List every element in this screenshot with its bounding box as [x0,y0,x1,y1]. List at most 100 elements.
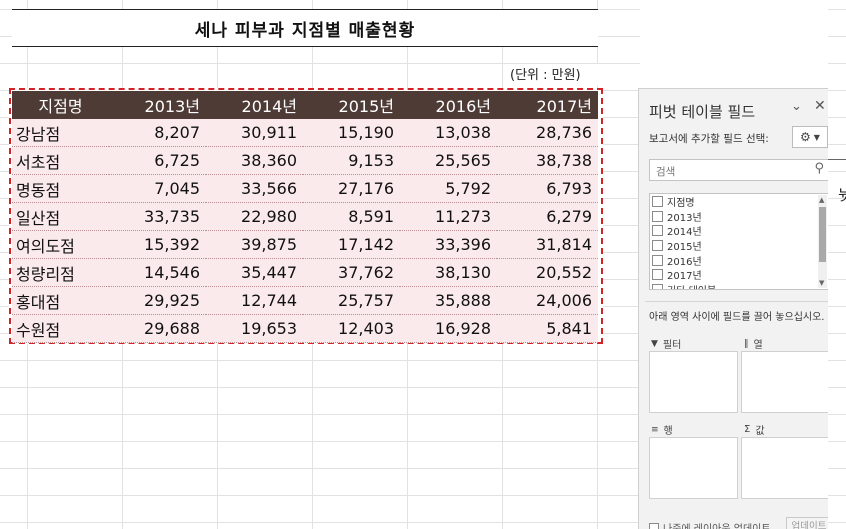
sales-value-cell[interactable]: 8,207 [109,119,206,147]
scroll-thumb[interactable] [819,207,826,262]
sales-value-cell[interactable]: 25,757 [303,286,400,315]
field-list-item[interactable]: 지점명 [650,194,828,209]
branch-name-cell[interactable]: 청량리점 [12,258,109,287]
table-row: 강남점 8,207 30,911 15,190 13,038 28,736 [12,119,598,147]
branch-name-cell[interactable]: 일산점 [12,202,109,231]
field-checkbox[interactable] [652,269,663,281]
columns-area-label: ‖ 열 [744,338,763,352]
field-list-item[interactable]: 기타 테이블... [650,282,828,289]
close-icon[interactable]: ✕ [814,98,826,114]
field-list-item[interactable]: 2016년 [650,253,828,268]
sales-value-cell[interactable]: 19,653 [206,314,303,343]
sales-value-cell[interactable]: 13,038 [400,119,497,147]
column-header[interactable]: 지점명 [12,91,109,119]
sales-value-cell[interactable]: 6,279 [497,202,598,231]
sales-value-cell[interactable]: 35,888 [400,286,497,315]
sales-value-cell[interactable]: 31,814 [497,230,598,259]
sales-value-cell[interactable]: 15,392 [109,230,206,259]
sales-value-cell[interactable]: 8,591 [303,202,400,231]
sales-value-cell[interactable]: 11,273 [400,202,497,231]
field-list-item[interactable]: 2015년 [650,238,828,253]
branch-name-cell[interactable]: 서초점 [12,146,109,175]
filter-drop-zone[interactable] [649,351,738,413]
cell-border [828,159,846,160]
sales-value-cell[interactable]: 37,762 [303,258,400,287]
sales-value-cell[interactable]: 14,546 [109,258,206,287]
filter-area-label: ▼ 필터 [651,338,682,352]
sales-value-cell[interactable]: 29,688 [109,314,206,343]
tools-button[interactable]: ⚙ ▼ [792,126,828,148]
sales-value-cell[interactable]: 6,725 [109,146,206,175]
sales-value-cell[interactable]: 6,793 [497,174,598,203]
column-header[interactable]: 2014년 [206,91,303,119]
sales-value-cell[interactable]: 28,736 [497,119,598,147]
scroll-up-icon[interactable]: ▲ [819,196,824,204]
truncated-cell-text: 뉫 [838,186,846,204]
field-list-item[interactable]: 2013년 [650,209,828,224]
rows-drop-zone[interactable] [649,437,738,499]
column-header[interactable]: 2016년 [400,91,497,119]
field-checkbox[interactable] [652,283,663,289]
sales-value-cell[interactable]: 5,792 [400,174,497,203]
report-title-cell[interactable]: 세나 피부과 지점별 매출현황 [12,9,598,47]
column-header[interactable]: 2015년 [303,91,400,119]
unit-label[interactable]: (단위 : 만원) [510,64,610,86]
sales-value-cell[interactable]: 9,153 [303,146,400,175]
columns-icon: ‖ [744,338,749,349]
sales-value-cell[interactable]: 38,738 [497,146,598,175]
branch-name-cell[interactable]: 강남점 [12,119,109,147]
field-list-item[interactable]: 2014년 [650,223,828,238]
filter-icon: ▼ [651,338,658,349]
branch-name-cell[interactable]: 명동점 [12,174,109,203]
field-search-input[interactable] [650,162,796,182]
values-drop-zone[interactable] [741,437,828,499]
branch-name-cell[interactable]: 여의도점 [12,230,109,259]
field-list-scrollbar[interactable]: ▲ ▼ [818,195,827,288]
sales-value-cell[interactable]: 29,925 [109,286,206,315]
field-checkbox[interactable] [652,225,663,237]
sales-value-cell[interactable]: 7,045 [109,174,206,203]
field-search-box[interactable]: ⚲ [649,159,828,182]
sales-value-cell[interactable]: 30,911 [206,119,303,147]
defer-update-checkbox[interactable] [649,522,659,529]
defer-update-option[interactable]: 나중에 레이아웃 업데이트 [649,520,771,529]
chevron-down-icon[interactable]: ⌄ [791,99,802,114]
sales-value-cell[interactable]: 12,403 [303,314,400,343]
table-row: 서초점 6,725 38,360 9,153 25,565 38,738 [12,146,598,175]
field-label: 기타 테이블... [667,282,726,289]
spreadsheet-grid-right[interactable]: 뉫 [828,0,846,529]
table-row: 수원점 29,688 19,653 12,403 16,928 5,841 [12,314,598,343]
sales-value-cell[interactable]: 12,744 [206,286,303,315]
sales-value-cell[interactable]: 25,565 [400,146,497,175]
sales-value-cell[interactable]: 27,176 [303,174,400,203]
scroll-down-icon[interactable]: ▼ [819,279,824,287]
field-checkbox[interactable] [652,210,663,222]
sales-value-cell[interactable]: 16,928 [400,314,497,343]
sales-value-cell[interactable]: 22,980 [206,202,303,231]
sales-value-cell[interactable]: 20,552 [497,258,598,287]
update-button[interactable]: 업데이트 [786,517,828,529]
sales-value-cell[interactable]: 38,130 [400,258,497,287]
field-checkbox[interactable] [652,254,663,266]
sales-value-cell[interactable]: 39,875 [206,230,303,259]
report-title: 세나 피부과 지점별 매출현황 [194,20,416,41]
sales-value-cell[interactable]: 33,735 [109,202,206,231]
sales-value-cell[interactable]: 38,360 [206,146,303,175]
search-icon[interactable]: ⚲ [814,161,824,176]
field-checkbox[interactable] [652,195,663,207]
columns-drop-zone[interactable] [741,351,828,413]
sales-value-cell[interactable]: 35,447 [206,258,303,287]
column-header[interactable]: 2017년 [497,91,598,119]
branch-name-cell[interactable]: 홍대점 [12,286,109,315]
sales-value-cell[interactable]: 5,841 [497,314,598,343]
column-header[interactable]: 2013년 [109,91,206,119]
field-list-item[interactable]: 2017년 [650,267,828,282]
pivot-panel-title: 피벗 테이블 필드 [649,103,756,121]
field-checkbox[interactable] [652,239,663,251]
sales-value-cell[interactable]: 15,190 [303,119,400,147]
sales-value-cell[interactable]: 33,566 [206,174,303,203]
sales-value-cell[interactable]: 17,142 [303,230,400,259]
sales-value-cell[interactable]: 33,396 [400,230,497,259]
sales-value-cell[interactable]: 24,006 [497,286,598,315]
branch-name-cell[interactable]: 수원점 [12,314,109,343]
